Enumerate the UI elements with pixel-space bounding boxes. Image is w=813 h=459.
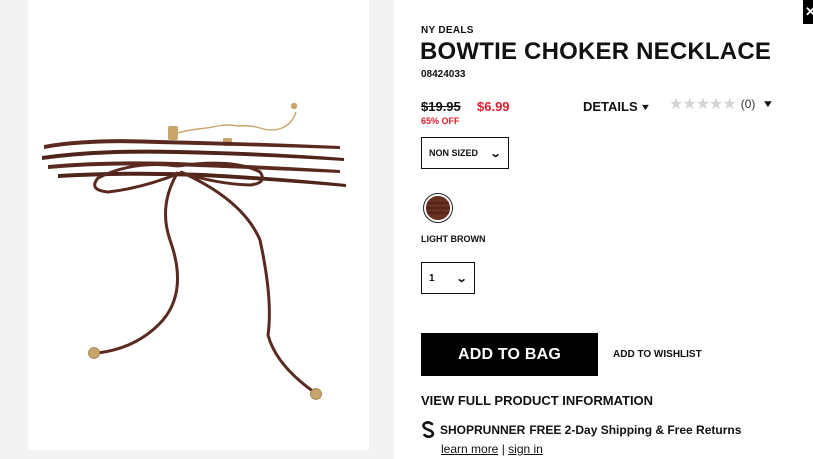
chevron-down-icon: ▼ <box>639 101 651 112</box>
size-selected-value: NON SIZED <box>429 148 479 158</box>
color-name: LIGHT BROWN <box>421 234 486 244</box>
main-product-image[interactable] <box>28 0 369 450</box>
quantity-selected-value: 1 <box>429 272 435 284</box>
swatch-fill <box>426 196 450 220</box>
chevron-down-icon: ▼ <box>761 98 775 110</box>
close-icon[interactable]: ✕ <box>803 0 813 24</box>
rating-count: (0) <box>740 97 756 111</box>
shoprunner-name: SHOPRUNNER <box>440 422 526 437</box>
star-icon: ★★★★★ <box>669 96 737 113</box>
link-separator: | <box>501 442 505 456</box>
add-to-bag-button[interactable]: ADD TO BAG <box>421 333 598 376</box>
shoprunner-banner: SHOPRUNNER FREE 2-Day Shipping & Free Re… <box>421 421 741 438</box>
product-title: BOWTIE CHOKER NECKLACE <box>420 38 772 65</box>
discount-badge: 65% OFF <box>421 116 460 126</box>
details-label: DETAILS <box>583 99 638 114</box>
add-to-wishlist-link[interactable]: ADD TO WISHLIST <box>613 349 702 360</box>
color-swatch-light-brown[interactable] <box>423 193 453 223</box>
sale-price: $6.99 <box>477 99 510 114</box>
view-full-product-info-link[interactable]: VIEW FULL PRODUCT INFORMATION <box>421 393 653 408</box>
sign-in-link[interactable]: sign in <box>508 442 543 456</box>
chevron-down-icon: ⌄ <box>489 147 502 160</box>
quantity-dropdown[interactable]: 1 ⌄ <box>421 262 475 294</box>
product-sku: 08424033 <box>421 69 466 80</box>
chevron-down-icon: ⌄ <box>455 272 468 285</box>
details-toggle[interactable]: DETAILS ▼ <box>583 99 651 114</box>
shoprunner-offer: FREE 2-Day Shipping & Free Returns <box>529 422 742 437</box>
learn-more-link[interactable]: learn more <box>441 442 498 456</box>
shoprunner-links: learn more | sign in <box>441 442 543 456</box>
shoprunner-logo-icon <box>422 421 435 438</box>
original-price: $19.95 <box>421 99 461 114</box>
rating-summary[interactable]: ★★★★★ (0) ▼ <box>669 94 775 114</box>
product-gallery <box>0 0 394 459</box>
necklace-image <box>42 102 346 400</box>
brand-name: NY DEALS <box>421 25 474 36</box>
size-dropdown[interactable]: NON SIZED ⌄ <box>421 137 509 169</box>
